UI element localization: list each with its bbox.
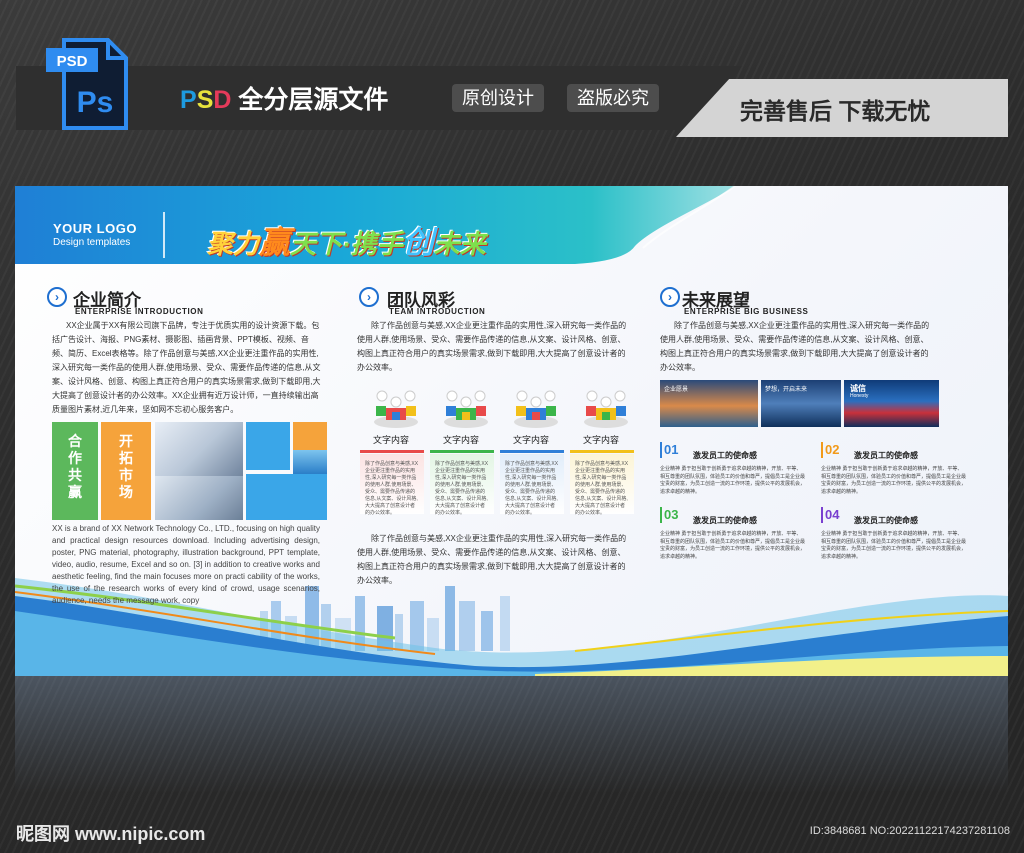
enterprise-paragraph: XX企业属于XX有限公司旗下品牌，专注于优质实用的设计资源下载。包括广告设计、海… xyxy=(52,321,321,414)
number-badge: 04 xyxy=(821,507,841,523)
team-item-label: 文字内容 xyxy=(442,435,479,445)
team-card: 除了作品创意与美感,XX企业更注重作品的实用性,深入研究每一类作品的使用人群,使… xyxy=(570,454,634,516)
display-board: YOUR LOGO Design templates 聚力赢天下·携手创未来 ›… xyxy=(15,186,1008,676)
title-letter-d: D xyxy=(213,86,232,114)
tile-blue xyxy=(246,422,290,470)
photo-sailboat: 梦想，开启未来 xyxy=(761,380,841,427)
team-color-bar-red xyxy=(360,450,424,453)
tile-orange-text: 开拓市场 xyxy=(119,433,133,500)
team-subtitle: TEAM INTRODUCTION xyxy=(389,307,486,316)
psd-file-icon: PSD Ps xyxy=(46,38,128,130)
team-card: 除了作品创意与美感,XX企业更注重作品的实用性,深入研究每一类作品的使用人群,使… xyxy=(360,454,424,516)
after-sale-text: 完善售后 下载无忧 xyxy=(740,98,931,124)
team-card-text: 除了作品创意与美感,XX企业更注重作品的实用性,深入研究每一类作品的使用人群,使… xyxy=(435,461,489,516)
team-card-text: 除了作品创意与美感,XX企业更注重作品的实用性,深入研究每一类作品的使用人群,使… xyxy=(365,461,419,516)
number-badge: 02 xyxy=(821,442,841,458)
team-card-text: 除了作品创意与美感,XX企业更注重作品的实用性,深入研究每一类作品的使用人群,使… xyxy=(575,461,629,516)
photo-caption: 梦想，开启未来 xyxy=(765,387,808,393)
enterprise-english-text: XX is a brand of XX Network Technology C… xyxy=(52,524,320,605)
future-item-title: 激发员工的使命感 xyxy=(693,516,757,525)
tile-blue-wide xyxy=(246,474,327,520)
slogan-part: 创 xyxy=(402,225,434,260)
future-item-title: 激发员工的使命感 xyxy=(693,451,757,460)
number-badge: 03 xyxy=(660,507,680,523)
title-rest: 全分层源文件 xyxy=(231,86,389,114)
site-watermark: 昵图网 www.nipic.com xyxy=(16,824,206,844)
logo-divider xyxy=(163,212,165,258)
team-card: 除了作品创意与美感,XX企业更注重作品的实用性,深入研究每一类作品的使用人群,使… xyxy=(430,454,494,516)
slogan-part: 携手 xyxy=(350,229,403,259)
slogan-part: 赢 xyxy=(259,225,291,260)
banner-title: PSD 全分层源文件 xyxy=(180,80,388,116)
number-badge: 01 xyxy=(660,442,680,458)
photo-handshake: 诚信 Honesty xyxy=(844,380,939,427)
team-item-label: 文字内容 xyxy=(582,435,619,445)
team-item-label: 文字内容 xyxy=(372,435,409,445)
chevron-right-icon: › xyxy=(47,287,67,307)
team-card-text: 除了作品创意与美感,XX企业更注重作品的实用性,深入研究每一类作品的使用人群,使… xyxy=(505,461,559,516)
future-item-text: 企业精神 勇于担当敢于创新勇于追求卓越的精神，开放、平等、相互尊重的团队氛围，体… xyxy=(660,531,806,560)
team-puzzle-image xyxy=(440,384,492,430)
ps-logo-text: Ps xyxy=(77,86,114,119)
slogan-part: 未来 xyxy=(433,229,486,259)
photo-subcaption: Honesty xyxy=(850,393,869,399)
photo-caption: 企业愿景 xyxy=(664,387,689,393)
team-puzzle-image xyxy=(510,384,562,430)
future-item-title: 激发员工的使命感 xyxy=(854,451,918,460)
logo-subtext: Design templates xyxy=(53,237,131,248)
psd-badge-text: PSD xyxy=(57,53,88,70)
photo-sunset: 企业愿景 xyxy=(660,380,758,427)
future-subtitle: ENTERPRISE BIG BUSINESS xyxy=(684,307,809,316)
logo-text: YOUR LOGO xyxy=(53,221,137,236)
board-reflection xyxy=(15,676,1008,806)
team-color-bar-yellow xyxy=(570,450,634,453)
team-color-bar-blue xyxy=(500,450,564,453)
future-item-text: 企业精神 勇于担当敢于创新勇于追求卓越的精神，开放、平等、相互尊重的团队氛围，体… xyxy=(660,466,806,495)
photo-city xyxy=(155,476,243,520)
team-paragraph-2: 除了作品创意与美感,XX企业更注重作品的实用性,深入研究每一类作品的使用人群,使… xyxy=(357,534,627,585)
copyright-tag: 盗版必究 xyxy=(567,84,659,112)
team-card: 除了作品创意与美感,XX企业更注重作品的实用性,深入研究每一类作品的使用人群,使… xyxy=(500,454,564,516)
team-color-bar-green xyxy=(430,450,494,453)
team-puzzle-image xyxy=(370,384,422,430)
team-puzzle-image xyxy=(580,384,632,430)
photo-sea xyxy=(293,450,327,474)
chevron-right-icon: › xyxy=(660,287,680,307)
future-paragraph: 除了作品创意与美感,XX企业更注重作品的实用性,深入研究每一类作品的使用人群,使… xyxy=(660,321,930,372)
enterprise-subtitle: ENTERPRISE INTRODUCTION xyxy=(75,307,204,316)
team-paragraph-1: 除了作品创意与美感,XX企业更注重作品的实用性,深入研究每一类作品的使用人群,使… xyxy=(357,321,627,372)
original-design-tag: 原创设计 xyxy=(452,84,544,112)
team-item-label: 文字内容 xyxy=(512,435,549,445)
chevron-right-icon: › xyxy=(359,287,379,307)
future-item-text: 企业精神 勇于担当敢于创新勇于追求卓越的精神，开放、平等、相互尊重的团队氛围，体… xyxy=(821,531,967,560)
future-item-text: 企业精神 勇于担当敢于创新勇于追求卓越的精神，开放、平等、相互尊重的团队氛围，体… xyxy=(821,466,967,495)
slogan-part: 天下· xyxy=(290,229,351,259)
title-letter-s: S xyxy=(196,86,214,114)
tile-green-text: 合作共赢 xyxy=(68,433,82,500)
title-letter-p: P xyxy=(180,86,197,114)
future-item-title: 激发员工的使命感 xyxy=(854,516,918,525)
slogan: 聚力赢天下·携手创未来 xyxy=(207,217,486,262)
image-id-watermark: ID:3848681 NO:20221122174237281108 xyxy=(809,825,1010,837)
slogan-part: 聚力 xyxy=(207,229,260,259)
